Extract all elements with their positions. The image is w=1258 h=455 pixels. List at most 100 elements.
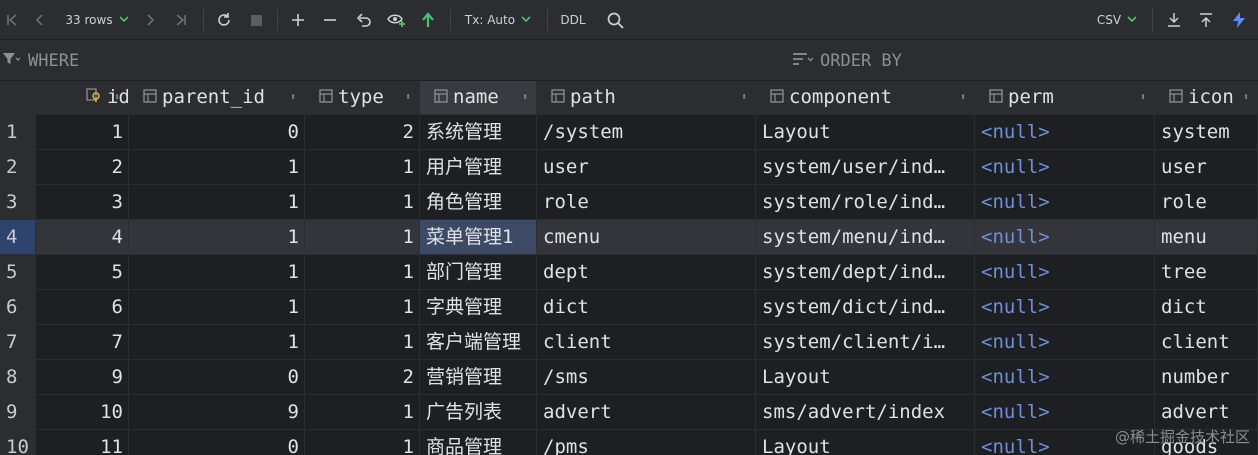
submit-icon[interactable] (416, 0, 440, 40)
table-cell-icon[interactable]: number (1155, 360, 1258, 394)
view-changes-icon[interactable] (384, 0, 410, 40)
table-cell-id[interactable]: 2 (36, 150, 129, 184)
column-header-path[interactable]: path ⬍ (537, 81, 756, 114)
table-cell-perm[interactable]: <null> (975, 395, 1155, 429)
order-by-filter[interactable]: ORDER BY (792, 41, 902, 81)
table-cell-name[interactable]: 系统管理 (420, 115, 537, 149)
page-size-dropdown[interactable]: 33 rows (58, 0, 136, 40)
table-cell-type[interactable]: 1 (305, 290, 420, 324)
table-row[interactable]: 10 11 0 1 商品管理/pms Layout <null> goods (0, 430, 1258, 455)
delete-row-icon[interactable] (318, 0, 342, 40)
table-cell-parent-id[interactable]: 1 (129, 150, 305, 184)
column-header-id[interactable]: id ⬍ (36, 81, 129, 114)
column-header-component[interactable]: component ⬍ (756, 81, 975, 114)
column-header-icon[interactable]: icon ⬍ (1155, 81, 1258, 114)
table-cell-component[interactable]: system/role/ind… (756, 185, 975, 219)
table-cell-component[interactable]: system/client/i… (756, 325, 975, 359)
table-cell-name[interactable]: 用户管理 (420, 150, 537, 184)
sort-toggle-icon[interactable]: ⬍ (522, 81, 528, 114)
column-header-name[interactable]: name ⬍ (420, 81, 537, 114)
table-cell-path[interactable]: /sms (537, 360, 756, 394)
stop-icon[interactable] (244, 0, 268, 40)
table-cell-parent-id[interactable]: 0 (129, 115, 305, 149)
table-cell-parent-id[interactable]: 1 (129, 220, 305, 254)
table-cell-path[interactable]: /system (537, 115, 756, 149)
table-row[interactable]: 8 9 0 2 营销管理/sms Layout <null> number (0, 360, 1258, 394)
table-cell-parent-id[interactable]: 0 (129, 360, 305, 394)
export-format-dropdown[interactable]: CSV (1090, 0, 1144, 40)
table-cell-component[interactable]: Layout (756, 360, 975, 394)
table-cell-component[interactable]: sms/advert/index (756, 395, 975, 429)
column-header-perm[interactable]: perm ⬍ (975, 81, 1155, 114)
sort-toggle-icon[interactable]: ⬍ (741, 81, 747, 114)
table-cell-component[interactable]: Layout (756, 115, 975, 149)
table-cell-path[interactable]: advert (537, 395, 756, 429)
table-cell-icon[interactable]: role (1155, 185, 1258, 219)
table-cell-type[interactable]: 1 (305, 150, 420, 184)
sort-toggle-icon[interactable]: ⬍ (114, 81, 120, 114)
sort-toggle-icon[interactable]: ⬍ (1140, 81, 1146, 114)
revert-icon[interactable] (352, 0, 376, 40)
table-cell-component[interactable]: system/dict/ind… (756, 290, 975, 324)
add-row-icon[interactable] (286, 0, 310, 40)
table-cell-icon[interactable]: tree (1155, 255, 1258, 289)
table-row[interactable]: 3 3 1 1 角色管理 role system/role/ind… <null> role (0, 185, 1258, 219)
table-cell-path[interactable]: dict (537, 290, 756, 324)
table-cell-id[interactable]: 6 (36, 290, 129, 324)
table-cell-path[interactable]: /pms (537, 430, 756, 455)
table-cell-component[interactable]: Layout (756, 430, 975, 455)
first-page-icon[interactable] (2, 0, 22, 40)
table-cell-perm[interactable]: <null> (975, 325, 1155, 359)
table-cell-perm[interactable]: <null> (975, 220, 1155, 254)
table-cell-type[interactable]: 2 (305, 115, 420, 149)
table-row[interactable]: 5 5 1 1 部门管理 dept system/dept/ind… <null> tree (0, 255, 1258, 289)
table-cell-perm[interactable]: <null> (975, 255, 1155, 289)
table-cell-id[interactable]: 5 (36, 255, 129, 289)
sort-toggle-icon[interactable]: ⬍ (290, 81, 296, 114)
table-cell-name[interactable]: 广告列表 (420, 395, 537, 429)
table-cell-component[interactable]: system/dept/ind… (756, 255, 975, 289)
table-row[interactable]: 2 2 1 1 用户管理 user system/user/ind… <null> user (0, 150, 1258, 184)
column-header-type[interactable]: type ⬍ (305, 81, 420, 114)
previous-page-icon[interactable] (30, 0, 50, 40)
table-cell-id[interactable]: 10 (36, 395, 129, 429)
table-cell-type[interactable]: 1 (305, 395, 420, 429)
table-row[interactable]: 7 7 1 1 客户端管理 client system/client/i… <null> cli… (0, 325, 1258, 359)
table-cell-type[interactable]: 1 (305, 325, 420, 359)
table-cell-perm[interactable]: <null> (975, 290, 1155, 324)
table-cell-parent-id[interactable]: 1 (129, 325, 305, 359)
table-cell-path[interactable]: cmenu (537, 220, 756, 254)
table-cell-parent-id[interactable]: 0 (129, 430, 305, 455)
table-cell-id[interactable]: 1 (36, 115, 129, 149)
table-cell-name[interactable]: 菜单管理1 (420, 220, 537, 254)
refresh-icon[interactable] (212, 0, 236, 40)
table-cell-path[interactable]: role (537, 185, 756, 219)
table-cell-id[interactable]: 3 (36, 185, 129, 219)
table-cell-name[interactable]: 字典管理 (420, 290, 537, 324)
sort-toggle-icon[interactable]: ⬍ (405, 81, 411, 114)
table-row[interactable]: 1 1 0 2 系统管理/system Layout <null> system (0, 115, 1258, 149)
table-cell-type[interactable]: 1 (305, 220, 420, 254)
settings-icon[interactable] (1226, 0, 1252, 40)
next-page-icon[interactable] (140, 0, 160, 40)
table-cell-id[interactable]: 7 (36, 325, 129, 359)
table-cell-path[interactable]: dept (537, 255, 756, 289)
table-cell-component[interactable]: system/user/ind… (756, 150, 975, 184)
table-cell-parent-id[interactable]: 9 (129, 395, 305, 429)
table-cell-icon[interactable]: dict (1155, 290, 1258, 324)
table-cell-parent-id[interactable]: 1 (129, 185, 305, 219)
table-cell-name[interactable]: 部门管理 (420, 255, 537, 289)
where-filter[interactable]: WHERE (2, 41, 79, 81)
last-page-icon[interactable] (170, 0, 192, 40)
table-cell-perm[interactable]: <null> (975, 360, 1155, 394)
table-row[interactable]: 9 10 9 1 广告列表 advert sms/advert/index <null> adv… (0, 395, 1258, 429)
sort-toggle-icon[interactable]: ⬍ (960, 81, 966, 114)
table-cell-icon[interactable]: user (1155, 150, 1258, 184)
table-cell-icon[interactable]: client (1155, 325, 1258, 359)
table-cell-perm[interactable]: <null> (975, 185, 1155, 219)
table-cell-id[interactable]: 11 (36, 430, 129, 455)
export-icon[interactable] (1162, 0, 1186, 40)
table-cell-parent-id[interactable]: 1 (129, 290, 305, 324)
table-cell-parent-id[interactable]: 1 (129, 255, 305, 289)
ddl-button[interactable]: DDL (556, 0, 590, 40)
